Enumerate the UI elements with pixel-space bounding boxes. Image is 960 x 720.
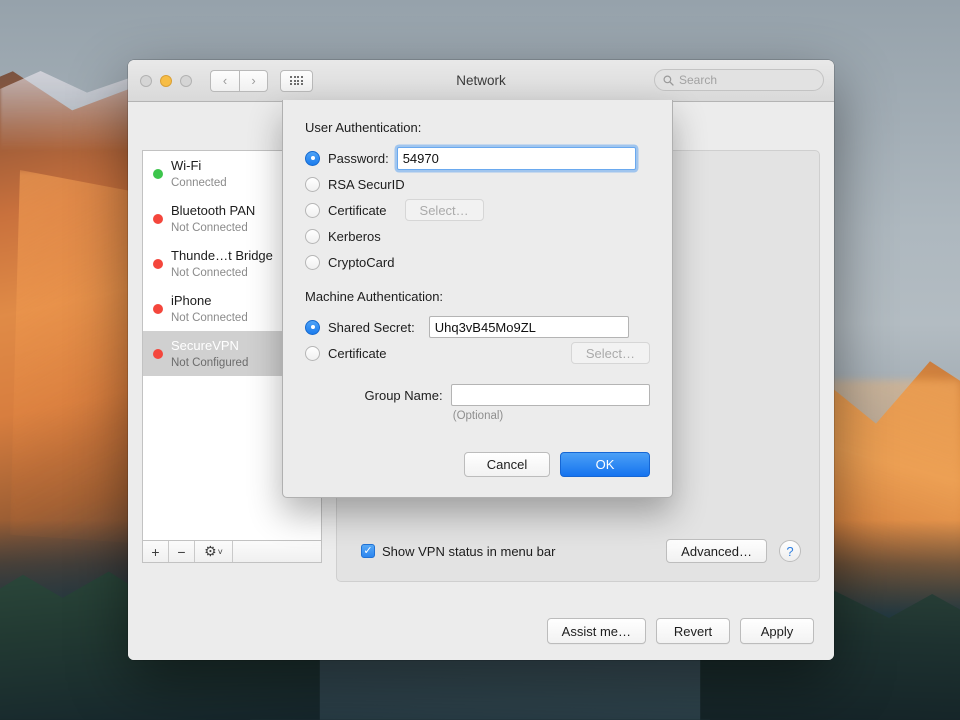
- auth-option-label: Certificate: [328, 202, 387, 218]
- group-name-label: Group Name:: [364, 387, 443, 403]
- search-icon: [663, 75, 674, 86]
- window-titlebar: ‹ › Network Search: [128, 60, 834, 102]
- revert-button[interactable]: Revert: [656, 618, 730, 644]
- add-service-button[interactable]: +: [143, 541, 169, 562]
- help-button[interactable]: ?: [779, 540, 801, 562]
- status-indicator-dot: [153, 213, 163, 224]
- authentication-sheet: User Authentication: Password: 54970 RSA S…: [282, 100, 673, 498]
- apply-button[interactable]: Apply: [740, 618, 814, 644]
- assist-me-button[interactable]: Assist me…: [546, 618, 646, 644]
- ok-button[interactable]: OK: [560, 452, 650, 477]
- auth-value-input[interactable]: Uhq3vB45Mo9ZL: [428, 316, 629, 338]
- machine-authentication-title: Machine Authentication:: [305, 289, 444, 304]
- navigation-buttons: ‹ ›: [210, 69, 268, 92]
- search-placeholder: Search: [679, 73, 718, 87]
- auth-option-row[interactable]: CryptoCard: [305, 249, 650, 275]
- auth-option-label: Kerberos: [328, 228, 381, 244]
- status-indicator-dot: [153, 168, 163, 179]
- user-authentication-options: Password: 54970 RSA SecurID Certificate Sele…: [305, 145, 650, 275]
- auth-option-row[interactable]: RSA SecurID: [305, 171, 650, 197]
- search-field[interactable]: Search: [654, 69, 824, 91]
- cancel-button[interactable]: Cancel: [464, 452, 550, 477]
- service-name: iPhone: [171, 293, 212, 309]
- service-status: Not Connected: [171, 222, 248, 235]
- auth-option-label: RSA SecurID: [328, 176, 405, 192]
- advanced-button[interactable]: Advanced…: [666, 539, 767, 563]
- service-name: Wi-Fi: [171, 158, 202, 174]
- radio-button[interactable]: [305, 228, 320, 244]
- window-action-buttons: Assist me… Revert Apply: [546, 618, 814, 644]
- auth-value-input[interactable]: 54970: [396, 146, 636, 170]
- close-button[interactable]: [140, 74, 152, 87]
- auth-option-row[interactable]: Certificate Select…: [305, 340, 650, 366]
- chevron-down-icon: ˅: [217, 546, 223, 557]
- group-name-row: Group Name:: [305, 384, 650, 406]
- service-status: Not Connected: [171, 312, 248, 325]
- auth-option-label: CryptoCard: [328, 254, 395, 270]
- sheet-action-buttons: Cancel OK: [464, 452, 650, 477]
- select-certificate-button[interactable]: Select…: [570, 342, 650, 364]
- show-vpn-status-checkbox[interactable]: ✓: [361, 544, 375, 558]
- radio-button[interactable]: [305, 176, 320, 192]
- show-vpn-status-label: Show VPN status in menu bar: [382, 543, 556, 559]
- service-status: Not Connected: [171, 267, 248, 280]
- service-actions-button[interactable]: ⚙ ˅: [195, 541, 233, 562]
- group-name-hint: (Optional): [452, 410, 504, 422]
- auth-option-row[interactable]: Certificate Select…: [305, 197, 650, 223]
- status-indicator-dot: [153, 348, 163, 359]
- auth-option-row[interactable]: Kerberos: [305, 223, 650, 249]
- auth-option-row[interactable]: Shared Secret: Uhq3vB45Mo9ZL: [305, 314, 650, 340]
- service-name: SecureVPN: [171, 338, 239, 354]
- back-button[interactable]: ‹: [210, 69, 239, 92]
- traffic-light-group: [140, 74, 192, 87]
- service-name: Bluetooth PAN: [171, 203, 256, 219]
- radio-button[interactable]: [305, 345, 320, 361]
- service-name: Thunde…t Bridge: [171, 248, 273, 264]
- forward-button[interactable]: ›: [239, 69, 268, 92]
- radio-button[interactable]: [305, 202, 320, 218]
- radio-button[interactable]: [305, 319, 320, 335]
- machine-authentication-options: Shared Secret: Uhq3vB45Mo9ZL Certificate Se…: [305, 314, 650, 366]
- radio-button[interactable]: [305, 150, 320, 166]
- minimize-button[interactable]: [160, 74, 172, 87]
- status-indicator-dot: [153, 258, 163, 269]
- grid-view-icon: [290, 76, 303, 85]
- service-list-toolbar: + − ⚙ ˅: [142, 540, 322, 563]
- show-all-button[interactable]: [280, 69, 313, 92]
- remove-service-button[interactable]: −: [169, 541, 195, 562]
- auth-option-label: Shared Secret:: [328, 319, 415, 335]
- gear-icon: ⚙: [204, 543, 217, 559]
- select-certificate-button[interactable]: Select…: [404, 199, 484, 221]
- service-status: Connected: [171, 177, 227, 190]
- vpn-status-row: ✓ Show VPN status in menu bar Advanced… …: [361, 539, 801, 563]
- group-name-input[interactable]: [450, 384, 650, 406]
- service-text: Wi-Fi Connected: [171, 156, 227, 190]
- auth-option-label: Password:: [328, 150, 389, 166]
- service-text: SecureVPN Not Configured: [171, 336, 248, 370]
- auth-option-row[interactable]: Password: 54970: [305, 145, 650, 171]
- service-text: Thunde…t Bridge Not Connected: [171, 246, 273, 280]
- auth-option-label: Certificate: [328, 345, 387, 361]
- service-status: Not Configured: [171, 357, 249, 370]
- service-text: iPhone Not Connected: [171, 291, 248, 325]
- service-text: Bluetooth PAN Not Connected: [171, 201, 255, 235]
- user-authentication-title: User Authentication:: [305, 120, 422, 135]
- zoom-button[interactable]: [180, 74, 192, 87]
- status-indicator-dot: [153, 303, 163, 314]
- radio-button[interactable]: [305, 254, 320, 270]
